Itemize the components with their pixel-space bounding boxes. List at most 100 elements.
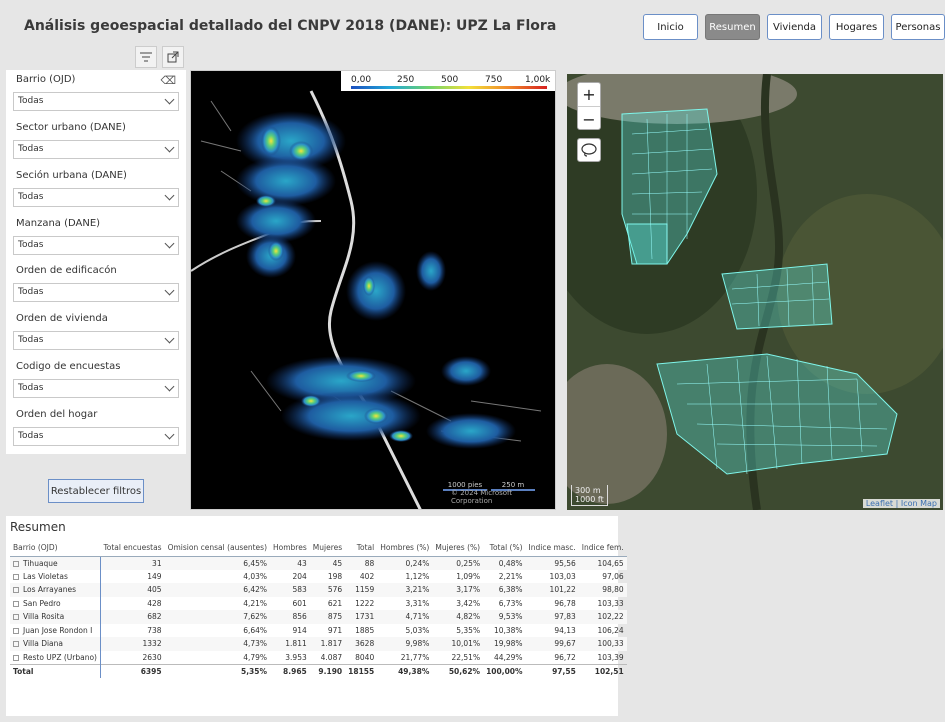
expand-icon[interactable] (13, 587, 19, 594)
zoom-in-button[interactable]: + (578, 83, 600, 107)
nav-button-vivienda[interactable]: Vivienda (767, 14, 822, 40)
nav-button-resumen[interactable]: Resumen (705, 14, 760, 40)
filter-label: Orden de edificacón (16, 265, 117, 276)
zoom-out-button[interactable]: − (578, 107, 600, 131)
table-row[interactable]: Villa Diana 1332 4,73% 1.811 1.817 3628 9,98% 1… (10, 637, 627, 651)
table-cell: 2630 (99, 650, 165, 664)
nav-button-personas[interactable]: Personas (891, 14, 945, 40)
filter-dropdown[interactable]: Todas (13, 427, 179, 446)
table-cell: 106,24 (597, 625, 624, 635)
table-row[interactable]: Villa Rosita 682 7,62% 856 875 1731 4,71% 4,82%… (10, 610, 627, 624)
table-cell: 4,21% (243, 598, 268, 608)
summary-table-panel: Resumen Barrio (OJD) Total encuestas Omi… (6, 516, 627, 716)
table-cell: 1.817 (309, 637, 346, 651)
table-cell: 1222 (355, 598, 375, 608)
total-cell: 49,38% (377, 663, 433, 678)
filter-icon[interactable] (135, 46, 157, 68)
expand-icon[interactable] (13, 641, 19, 648)
column-header[interactable]: Total encuestas (100, 540, 165, 557)
column-header[interactable]: Total (345, 540, 378, 557)
map-attribution: Leaflet | Icon Map (862, 499, 940, 508)
filter-label: Orden del hogar (16, 409, 98, 420)
column-header[interactable]: Indice masc. (525, 540, 579, 557)
table-cell: 44,29% (493, 652, 523, 662)
row-label-cell: Tihuaque (10, 556, 101, 570)
focus-mode-icon[interactable] (162, 46, 184, 68)
table-cell: 45 (309, 556, 346, 570)
row-label: Villa Rosita (23, 612, 65, 622)
column-header[interactable]: Hombres (%) (377, 540, 433, 557)
table-title: Resumen (10, 520, 66, 534)
expand-icon[interactable] (13, 600, 19, 607)
chevron-down-icon (164, 238, 175, 249)
table-cell: 19,98% (483, 637, 526, 651)
dropdown-value: Todas (18, 96, 44, 106)
column-header[interactable]: Omision censal (ausentes) (164, 540, 271, 557)
dropdown-value: Todas (18, 287, 44, 297)
table-cell: 4,03% (243, 571, 268, 581)
column-header[interactable]: Hombres (270, 540, 310, 557)
table-row[interactable]: Juan Jose Rondon I 738 6,64% 914 971 1885 5,03… (10, 623, 627, 637)
table-cell: 8040 (355, 652, 375, 662)
table-cell: 9,98% (377, 637, 433, 651)
table-cell: 2,21% (498, 571, 523, 581)
filter-dropdown[interactable]: Todas (13, 283, 179, 302)
table-row[interactable]: Resto UPZ (Urbano) 2630 4,79% 3.953 4.087 804… (10, 650, 627, 664)
nav-button-inicio[interactable]: Inicio (643, 14, 698, 40)
row-label-cell: Las Violetas (10, 570, 100, 584)
table-cell: 3628 (345, 637, 378, 651)
filter-dropdown[interactable]: Todas (13, 140, 179, 159)
column-header[interactable]: Barrio (OJD) (10, 540, 101, 557)
eraser-icon[interactable]: ⌫ (160, 74, 176, 87)
filter-dropdown[interactable]: Todas (13, 188, 179, 207)
table-cell: 31 (99, 556, 165, 570)
expand-icon[interactable] (13, 627, 19, 634)
map-copyright: © 2024 Microsoft Corporation (451, 489, 513, 505)
scale-feet: 1000 ft (575, 495, 604, 504)
dropdown-value: Todas (18, 192, 44, 202)
satellite-map[interactable]: 300 m 1000 ft Leaflet | Icon Map (567, 74, 943, 510)
column-header[interactable]: Mujeres (%) (432, 540, 484, 557)
table-row[interactable]: San Pedro 428 4,21% 601 621 1222 3,31% 3,42% 6,7… (10, 596, 627, 610)
table-cell: 4,73% (164, 637, 271, 651)
filter-dropdown[interactable]: Todas (13, 236, 179, 255)
table-cell: 875 (309, 610, 346, 624)
row-label: Las Violetas (23, 571, 68, 581)
table-row[interactable]: Los Arrayanes 405 6,42% 583 576 1159 3,21% 3,17… (10, 583, 627, 597)
table-row[interactable]: Tihuaque 31 6,45% 43 45 88 0,24% 0,25% 0,48% 95,5… (10, 556, 627, 570)
expand-icon[interactable] (13, 654, 19, 661)
dropdown-value: Todas (18, 144, 44, 154)
table-cell: 621 (327, 598, 343, 608)
filter-dropdown[interactable]: Todas (13, 92, 179, 111)
expand-icon[interactable] (13, 573, 19, 580)
total-cell: Total (10, 663, 101, 678)
table-cell: 21,77% (400, 652, 430, 662)
nav-button-hogares[interactable]: Hogares (829, 14, 884, 40)
chevron-down-icon (164, 381, 175, 392)
lasso-select-icon[interactable] (577, 138, 601, 162)
expand-icon[interactable] (13, 560, 19, 567)
table-cell: 198 (327, 571, 343, 581)
filter-label: Manzana (DANE) (16, 218, 101, 229)
column-header[interactable]: Total (%) (483, 540, 526, 557)
total-cell: 6395 (99, 663, 165, 678)
map-scale: 300 m 1000 ft (571, 485, 608, 506)
column-header[interactable]: Indice fem. (578, 540, 627, 557)
table-cell: 100,33 (578, 637, 627, 651)
total-cell: 50,62% (432, 663, 484, 678)
expand-icon[interactable] (13, 614, 19, 621)
column-header[interactable]: Mujeres (309, 540, 346, 557)
chevron-down-icon (164, 94, 175, 105)
table-total-row: Total 6395 5,35% 8.965 9.190 18155 49,38% 50,62… (10, 663, 627, 678)
table-cell: 95,56 (525, 556, 579, 570)
table-cell: 5,03% (405, 625, 430, 635)
heatmap-map[interactable]: 0,00 250 500 750 1,00k 1000 pies 250 m ©… (190, 70, 556, 510)
reset-filters-button[interactable]: Restablecer filtros (48, 479, 144, 503)
table-cell: 94,13 (554, 625, 576, 635)
leaflet-link[interactable]: Leaflet (866, 499, 893, 508)
table-cell: 6,73% (498, 598, 523, 608)
icon-map-link[interactable]: Icon Map (901, 499, 937, 508)
filter-dropdown[interactable]: Todas (13, 331, 179, 350)
filter-dropdown[interactable]: Todas (13, 379, 179, 398)
table-row[interactable]: Las Violetas 149 4,03% 204 198 402 1,12% 1,09% 2… (10, 569, 627, 584)
